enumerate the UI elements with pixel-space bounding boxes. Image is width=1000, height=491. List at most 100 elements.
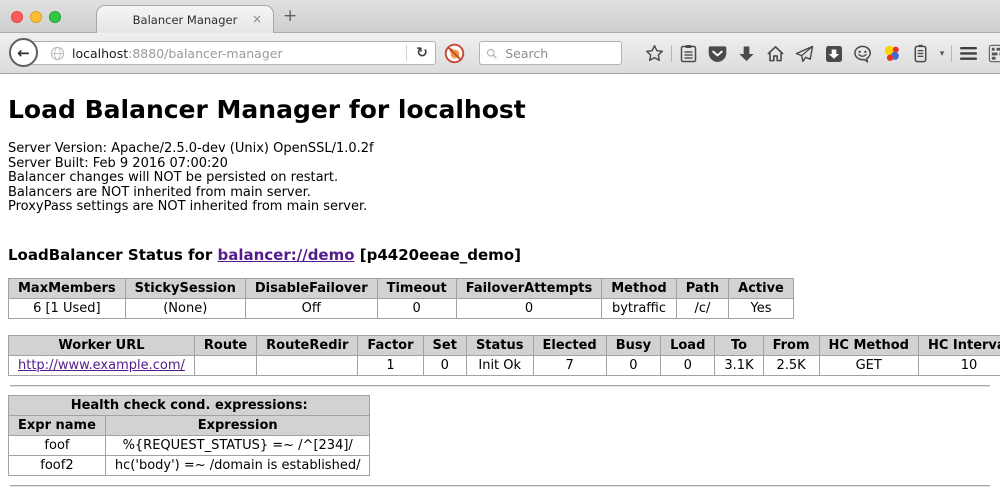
cell-hc-method: GET	[819, 355, 918, 375]
url-host: localhost	[72, 46, 128, 61]
cell-worker-url: http://www.example.com/	[9, 355, 195, 375]
col-active: Active	[729, 278, 794, 298]
section-divider	[10, 385, 990, 387]
cell-expr-name: foof2	[9, 455, 106, 475]
home-icon[interactable]	[761, 45, 790, 63]
overflow-caret-icon[interactable]: ▾	[935, 49, 949, 59]
col-hc-method: HC Method	[819, 335, 918, 355]
toolbar-icons: ▾	[640, 33, 1000, 74]
col-from: From	[763, 335, 819, 355]
persist-notice-line: Balancer changes will NOT be persisted o…	[8, 171, 992, 186]
col-method: Method	[602, 278, 676, 298]
container-battery-icon[interactable]	[906, 44, 935, 63]
reload-button[interactable]: ↻	[409, 45, 435, 61]
table-header-row: Worker URL Route RouteRedir Factor Set S…	[9, 335, 1000, 355]
bookmark-star-icon[interactable]	[640, 44, 669, 63]
save-square-icon[interactable]	[819, 45, 848, 63]
cell-from: 2.5K	[763, 355, 819, 375]
col-worker-url: Worker URL	[9, 335, 195, 355]
col-load: Load	[661, 335, 715, 355]
col-elected: Elected	[533, 335, 606, 355]
cell-expr-name: foof	[9, 435, 106, 455]
pixel-page-icon[interactable]	[983, 44, 1000, 63]
window-zoom-button[interactable]	[49, 11, 61, 23]
col-expr-name: Expr name	[9, 415, 106, 435]
proxypass-notice-line: ProxyPass settings are NOT inherited fro…	[8, 200, 992, 215]
url-bar[interactable]: localhost:8880/balancer-manager ↻	[23, 41, 436, 65]
table-row: http://www.example.com/ 1 0 Init Ok 7 0 …	[9, 355, 1000, 375]
col-path: Path	[676, 278, 728, 298]
pocket-icon[interactable]	[703, 45, 732, 63]
col-busy: Busy	[606, 335, 660, 355]
globe-icon	[50, 46, 65, 61]
cell-maxmembers: 6 [1 Used]	[9, 298, 126, 318]
menu-hamburger-icon[interactable]	[954, 46, 983, 61]
cell-path: /c/	[676, 298, 728, 318]
col-disablefailover: DisableFailover	[245, 278, 377, 298]
toolbar-divider	[951, 45, 952, 62]
search-input[interactable]	[503, 45, 615, 62]
worker-status-table: Worker URL Route RouteRedir Factor Set S…	[8, 335, 1000, 376]
col-status: Status	[466, 335, 533, 355]
col-expression: Expression	[105, 415, 370, 435]
navigation-toolbar: ← localhost:8880/balancer-manager ↻	[0, 33, 1000, 74]
urlbar-divider	[406, 45, 407, 61]
health-table-title: Health check cond. expressions:	[9, 395, 370, 415]
server-built-line: Server Built: Feb 9 2016 07:00:20	[8, 157, 992, 172]
tab-close-icon[interactable]: ×	[252, 13, 262, 25]
new-tab-button[interactable]: +	[283, 8, 297, 25]
col-timeout: Timeout	[377, 278, 456, 298]
cell-disablefailover: Off	[245, 298, 377, 318]
smiley-bubble-icon[interactable]	[848, 45, 877, 63]
balancer-manager-page: Load Balancer Manager for localhost Serv…	[0, 95, 1000, 487]
cell-timeout: 0	[377, 298, 456, 318]
window-close-button[interactable]	[11, 11, 23, 23]
page-bottom-divider	[10, 485, 990, 487]
url-path: :8880/balancer-manager	[128, 46, 282, 61]
url-text[interactable]: localhost:8880/balancer-manager	[72, 46, 404, 61]
balancer-demo-link[interactable]: balancer://demo	[217, 246, 354, 264]
status-suffix: [p4420eeae_demo]	[360, 246, 521, 264]
health-check-expressions-table: Health check cond. expressions: Expr nam…	[8, 395, 370, 476]
cell-failoverattempts: 0	[456, 298, 602, 318]
cell-factor: 1	[358, 355, 423, 375]
search-icon	[486, 47, 497, 60]
cell-hc-interval: 10	[918, 355, 1000, 375]
table-title-row: Health check cond. expressions:	[9, 395, 370, 415]
col-factor: Factor	[358, 335, 423, 355]
back-button[interactable]: ←	[9, 38, 38, 67]
send-plane-icon[interactable]	[790, 45, 819, 63]
col-hc-interval: HC Interval	[918, 335, 1000, 355]
server-version-line: Server Version: Apache/2.5.0-dev (Unix) …	[8, 142, 992, 157]
search-bar[interactable]	[479, 41, 622, 65]
clipboard-icon[interactable]	[674, 44, 703, 63]
tab-title: Balancer Manager	[133, 13, 238, 27]
cell-expression: hc('body') =~ /domain is established/	[105, 455, 370, 475]
page-title: Load Balancer Manager for localhost	[8, 95, 992, 125]
cell-method: bytraffic	[602, 298, 676, 318]
cell-busy: 0	[606, 355, 660, 375]
cell-load: 0	[661, 355, 715, 375]
toolbar-divider	[671, 45, 672, 62]
col-maxmembers: MaxMembers	[9, 278, 126, 298]
cell-status: Init Ok	[466, 355, 533, 375]
balancer-settings-table: MaxMembers StickySession DisableFailover…	[8, 278, 794, 319]
window-titlebar: Balancer Manager × +	[0, 0, 1000, 33]
balancers-notice-line: Balancers are NOT inherited from main se…	[8, 186, 992, 201]
browser-tab[interactable]: Balancer Manager ×	[96, 5, 274, 33]
cell-stickysession: (None)	[125, 298, 245, 318]
flash-blocker-extension-icon[interactable]	[444, 43, 465, 64]
cell-route	[194, 355, 256, 375]
table-header-row: MaxMembers StickySession DisableFailover…	[9, 278, 794, 298]
colored-dots-extension-icon[interactable]	[877, 44, 906, 63]
cell-to: 3.1K	[715, 355, 763, 375]
worker-url-link[interactable]: http://www.example.com/	[18, 358, 185, 373]
col-stickysession: StickySession	[125, 278, 245, 298]
cell-elected: 7	[533, 355, 606, 375]
table-header-row: Expr name Expression	[9, 415, 370, 435]
cell-expression: %{REQUEST_STATUS} =~ /^[234]/	[105, 435, 370, 455]
downloads-arrow-icon[interactable]	[732, 45, 761, 63]
status-prefix: LoadBalancer Status for	[8, 246, 212, 264]
col-to: To	[715, 335, 763, 355]
window-minimize-button[interactable]	[30, 11, 42, 23]
